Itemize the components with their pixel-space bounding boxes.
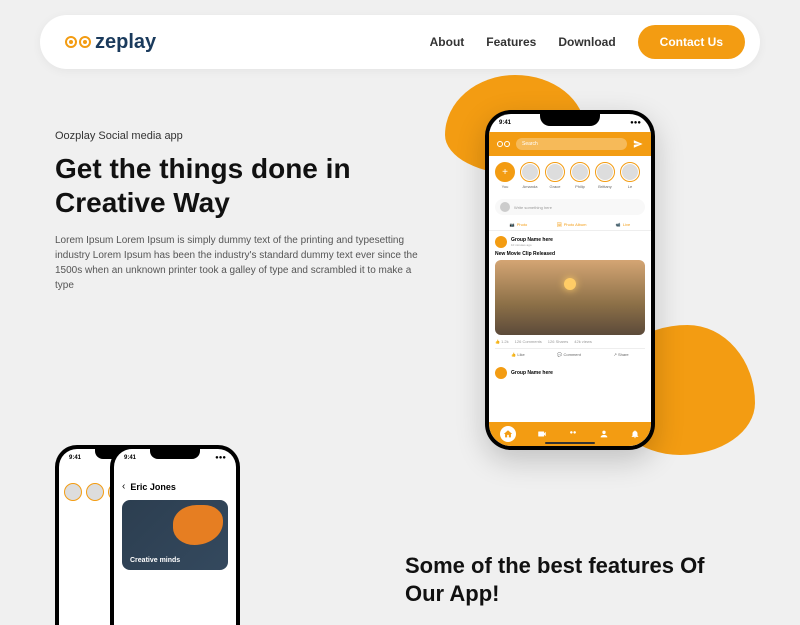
profile-name: Eric Jones bbox=[130, 482, 176, 492]
hero-section: Oozplay Social media app Get the things … bbox=[55, 130, 425, 293]
signal-icon: ●●● bbox=[630, 120, 641, 126]
hero-description: Lorem Ipsum Lorem Ipsum is simply dummy … bbox=[55, 233, 425, 293]
creative-card[interactable]: Creative minds bbox=[122, 500, 228, 570]
logo[interactable]: zeplay bbox=[65, 31, 156, 54]
nav-link-download[interactable]: Download bbox=[558, 35, 615, 49]
story-item[interactable]: Le bbox=[620, 162, 640, 189]
home-indicator bbox=[545, 442, 595, 444]
feed-post: Group Name here bbox=[489, 365, 651, 387]
groups-icon[interactable] bbox=[568, 429, 578, 439]
features-section: 9:41●●● 9:41●●● ‹ Eric Jones Creative mi bbox=[55, 505, 745, 625]
album-action[interactable]: 🖼 Photo Album bbox=[557, 222, 587, 227]
photo-action[interactable]: 📷 Photo bbox=[510, 222, 527, 227]
nav-links: About Features Download Contact Us bbox=[430, 25, 745, 59]
likes-count: 👍 1.2k bbox=[495, 339, 509, 344]
contact-button[interactable]: Contact Us bbox=[638, 25, 745, 59]
navbar: zeplay About Features Download Contact U… bbox=[40, 15, 760, 69]
post-avatar[interactable] bbox=[495, 236, 507, 248]
video-icon[interactable] bbox=[537, 429, 547, 439]
phones-mockup-group: 9:41●●● 9:41●●● ‹ Eric Jones Creative mi bbox=[55, 505, 295, 625]
app-header: Search bbox=[489, 132, 651, 156]
notifications-icon[interactable] bbox=[630, 429, 640, 439]
comment-button[interactable]: 💬 Comment bbox=[557, 352, 580, 357]
home-icon[interactable] bbox=[500, 426, 516, 442]
card-title: Creative minds bbox=[130, 557, 180, 564]
stories-row: +You Amanda Grace Philip Brittany Le bbox=[489, 156, 651, 195]
nav-link-features[interactable]: Features bbox=[486, 35, 536, 49]
story-item[interactable]: Grace bbox=[545, 162, 565, 189]
story-item bbox=[64, 483, 82, 501]
post-input[interactable]: Write something here bbox=[495, 199, 645, 215]
phone-notch bbox=[540, 114, 600, 126]
hero-tagline: Oozplay Social media app bbox=[55, 130, 425, 142]
phone-mockup-area: 9:41 ●●● Search +You Amanda Grace Philip… bbox=[435, 75, 705, 475]
search-input[interactable]: Search bbox=[516, 138, 627, 150]
story-item[interactable]: Amanda bbox=[520, 162, 540, 189]
views-count: 42k views bbox=[574, 339, 592, 344]
back-icon[interactable]: ‹ bbox=[122, 481, 125, 492]
share-button[interactable]: ↗ Share bbox=[614, 352, 629, 357]
phone-mockup: 9:41 ●●● Search +You Amanda Grace Philip… bbox=[485, 110, 655, 450]
post-stats: 👍 1.2k 126 Comments 126 Shares 42k views bbox=[495, 335, 645, 348]
story-add[interactable]: +You bbox=[495, 162, 515, 189]
friends-icon[interactable] bbox=[599, 429, 609, 439]
post-action-row: 📷 Photo 🖼 Photo Album 📹 Live bbox=[489, 219, 651, 231]
phone-time: 9:41 bbox=[499, 120, 511, 126]
send-icon[interactable] bbox=[633, 139, 643, 149]
post-image[interactable] bbox=[495, 260, 645, 335]
phone-mockup-front: 9:41●●● ‹ Eric Jones Creative minds bbox=[110, 445, 240, 625]
post-username[interactable]: Group Name here bbox=[511, 370, 553, 376]
features-title: Some of the best features Of Our App! bbox=[405, 552, 745, 607]
user-avatar bbox=[500, 202, 510, 212]
post-title: New Movie Clip Released bbox=[495, 251, 645, 257]
logo-text: zeplay bbox=[95, 31, 156, 54]
story-item[interactable]: Philip bbox=[570, 162, 590, 189]
live-action[interactable]: 📹 Live bbox=[616, 222, 630, 227]
nav-link-about[interactable]: About bbox=[430, 35, 465, 49]
shares-count: 126 Shares bbox=[548, 339, 568, 344]
comments-count: 126 Comments bbox=[515, 339, 542, 344]
story-item bbox=[86, 483, 104, 501]
story-item[interactable]: Brittany bbox=[595, 162, 615, 189]
app-logo-icon bbox=[497, 141, 510, 147]
post-timestamp: 10 minutes ago bbox=[511, 243, 553, 247]
post-buttons: 👍 Like 💬 Comment ↗ Share bbox=[495, 348, 645, 360]
feed-post: Group Name here 10 minutes ago New Movie… bbox=[489, 231, 651, 365]
logo-eyes-icon bbox=[65, 36, 91, 48]
like-button[interactable]: 👍 Like bbox=[511, 352, 524, 357]
post-avatar[interactable] bbox=[495, 367, 507, 379]
hero-title: Get the things done in Creative Way bbox=[55, 152, 425, 219]
